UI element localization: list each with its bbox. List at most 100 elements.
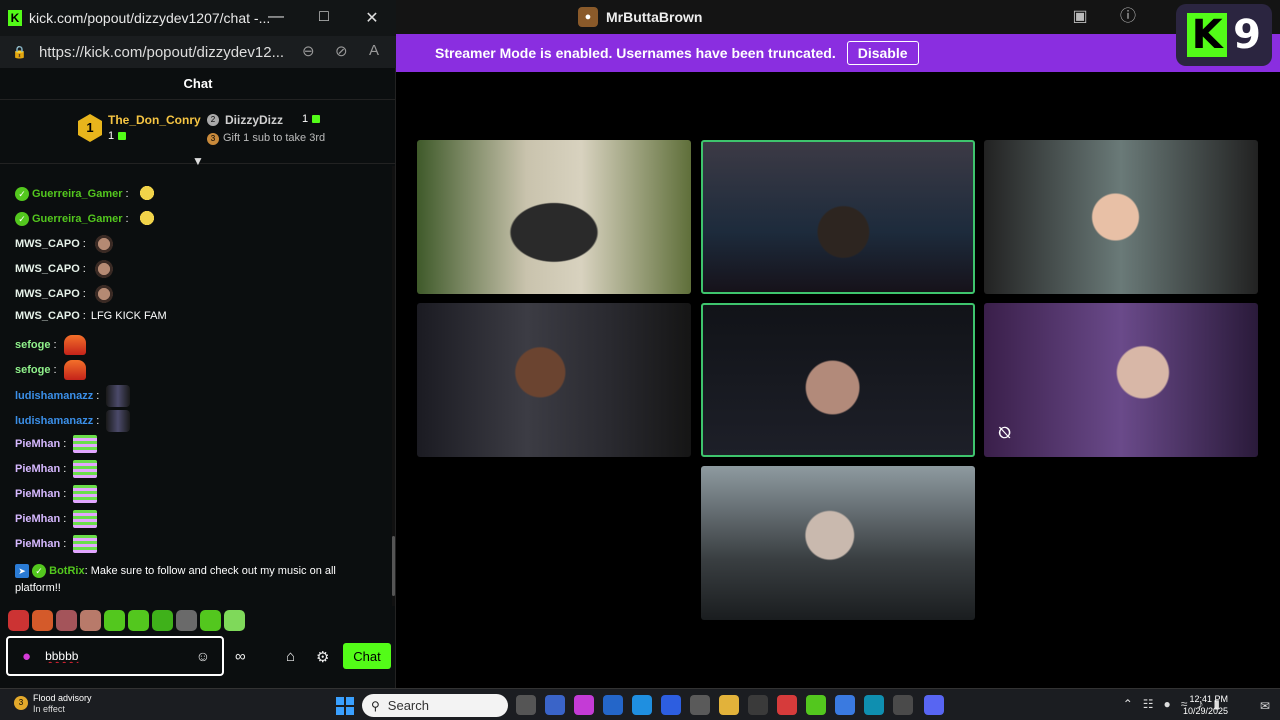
kick-logo-icon: K [1187, 13, 1228, 57]
leaderboard-second-name[interactable]: DiizzyDizz [225, 113, 283, 127]
chat-message-input[interactable] [45, 649, 166, 663]
video-tile-active[interactable] [701, 303, 975, 457]
chat-username[interactable]: PieMhan [15, 513, 60, 525]
emote-icon[interactable] [104, 610, 125, 631]
emote-capo-icon [92, 259, 115, 280]
store-app-icon[interactable] [690, 695, 710, 715]
chat-message-botrix: ➤ ✓ BotRix: Make sure to follow and chec… [15, 564, 336, 594]
emote-icon[interactable] [128, 610, 149, 631]
emote-ludi-icon [106, 384, 131, 407]
taskbar-search[interactable]: ⚲ Search [362, 694, 508, 717]
minimize-icon[interactable]: — [266, 8, 286, 26]
emote-icon[interactable] [176, 610, 197, 631]
leaderboard-first-name[interactable]: The_Don_Conry [108, 113, 201, 127]
video-tile[interactable] [701, 466, 975, 620]
rank-2-badge: 2 [207, 114, 219, 126]
emote-icon[interactable] [56, 610, 77, 631]
chat-username[interactable]: sefoge [15, 339, 50, 351]
emoji-picker-icon[interactable]: ☺ [196, 648, 210, 664]
url-text[interactable]: https://kick.com/popout/dizzydev12... [39, 44, 284, 61]
zoom-out-icon[interactable]: ⊖ [302, 42, 315, 60]
chat-username[interactable]: PieMhan [15, 463, 60, 475]
widgets-app-icon[interactable] [545, 695, 565, 715]
discord-app-icon[interactable] [924, 695, 944, 715]
network-icon[interactable]: ☷ [1143, 697, 1154, 711]
channel-logo-icon: ● [578, 7, 598, 27]
emote-icon[interactable] [152, 610, 173, 631]
tracking-prevention-icon[interactable]: ⊘ [335, 42, 348, 60]
gift-prompt[interactable]: 3 Gift 1 sub to take 3rd [207, 132, 325, 145]
emote-icon[interactable] [32, 610, 53, 631]
chat-input-box[interactable]: ● ☺ [6, 636, 224, 676]
hp-app-icon[interactable] [603, 695, 623, 715]
maximize-icon[interactable]: □ [314, 8, 334, 26]
video-tile[interactable] [417, 140, 691, 294]
search-placeholder: Search [387, 698, 429, 713]
chat-separator: : [96, 414, 100, 427]
chat-message: PieMhan: [15, 460, 98, 479]
video-tile[interactable] [417, 303, 691, 457]
chat-username[interactable]: ludishamanazz [15, 415, 93, 427]
file-explorer-icon[interactable] [719, 695, 739, 715]
chat-username[interactable]: MWS_CAPO [15, 263, 80, 275]
chat-scrollbar[interactable] [392, 166, 395, 606]
leaderboard-first-count: 1 [108, 130, 127, 142]
video-tile-active[interactable] [701, 140, 975, 294]
chat-username[interactable]: PieMhan [15, 488, 60, 500]
chat-message: PieMhan: [15, 535, 98, 554]
chat-username[interactable]: PieMhan [15, 538, 60, 550]
chat-username[interactable]: MWS_CAPO [15, 288, 80, 300]
chat-username[interactable]: MWS_CAPO [15, 238, 80, 250]
notification-bell-icon[interactable]: ✉ [1260, 699, 1270, 713]
screen-share-icon[interactable]: ▣ [1070, 7, 1090, 27]
send-chat-button[interactable]: Chat [343, 643, 391, 669]
chevron-up-icon[interactable]: ⌃ [1123, 697, 1133, 711]
emote-icon[interactable] [8, 610, 29, 631]
kick-points-icon[interactable]: ∞ [235, 648, 246, 665]
video-tile[interactable]: ⦰ [984, 303, 1258, 457]
read-aloud-icon[interactable]: A [369, 42, 379, 59]
weather-widget[interactable]: 3 Flood advisory In effect [14, 693, 92, 715]
rank-1-badge: 1 [78, 114, 102, 142]
mail-app-icon[interactable] [748, 695, 768, 715]
mic-tray-icon[interactable]: ● [1164, 697, 1171, 711]
chat-message-list: ✓ Guerreira_Gamer: ✓ Guerreira_Gamer: MWS_CA… [0, 166, 390, 606]
chat-username[interactable]: Guerreira_Gamer [32, 213, 123, 225]
chat-username[interactable]: sefoge [15, 364, 50, 376]
video-tile[interactable] [984, 140, 1258, 294]
scrollbar-thumb[interactable] [392, 536, 395, 596]
emote-good-icon [73, 510, 98, 529]
start-button[interactable] [336, 697, 354, 715]
edge-beta-icon[interactable] [632, 695, 652, 715]
chat-username[interactable]: ludishamanazz [15, 390, 93, 402]
microphone-icon[interactable]: ● [22, 648, 31, 665]
kick-badge-number: 9 [1233, 12, 1261, 58]
chat-separator: : [53, 363, 57, 376]
outlook-app-icon[interactable] [835, 695, 855, 715]
store-icon[interactable]: ⌂ [286, 648, 295, 665]
chat-username[interactable]: BotRix [49, 565, 84, 577]
chat-username[interactable]: PieMhan [15, 438, 60, 450]
chat-message: MWS_CAPO: LFG KICK FAM [15, 310, 167, 322]
close-icon[interactable]: ✕ [362, 8, 382, 28]
copilot-icon[interactable] [574, 695, 594, 715]
lock-icon[interactable]: 🔒 [12, 45, 27, 59]
disable-streamer-mode-button[interactable]: Disable [846, 41, 919, 65]
chat-separator: : [53, 338, 57, 351]
taskbar-clock[interactable]: 12:41 PM 10/29/2025 [1183, 693, 1228, 717]
chat-username[interactable]: MWS_CAPO [15, 310, 80, 322]
chat-username[interactable]: Guerreira_Gamer [32, 188, 123, 200]
help-icon[interactable]: ⓘ [1118, 7, 1138, 27]
task-view-icon[interactable] [516, 695, 536, 715]
app-titlebar: ● MrButtaBrown ▣ ⓘ [396, 0, 1280, 34]
bot-badge-icon: ➤ [15, 564, 29, 579]
zoom-app-icon[interactable] [661, 695, 681, 715]
edge-browser-icon[interactable] [864, 695, 884, 715]
settings-gear-icon[interactable]: ⚙ [316, 648, 329, 666]
emote-icon[interactable] [200, 610, 221, 631]
emote-icon[interactable] [224, 610, 245, 631]
settings-app-icon[interactable] [893, 695, 913, 715]
emote-icon[interactable] [80, 610, 101, 631]
kick-app-icon[interactable] [806, 695, 826, 715]
maps-app-icon[interactable] [777, 695, 797, 715]
